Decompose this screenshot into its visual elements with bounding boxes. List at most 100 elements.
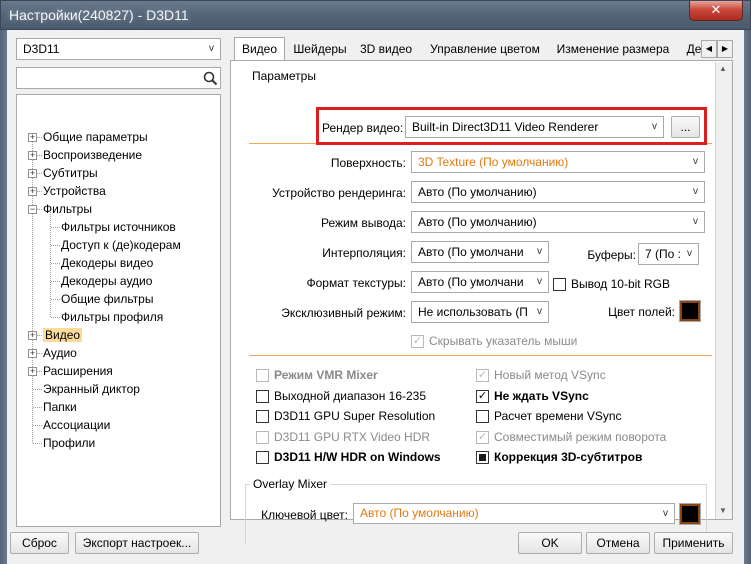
field-color-swatch[interactable] [679, 300, 701, 322]
search-input[interactable] [16, 67, 221, 89]
window-title: Настройки(240827) - D3D11 [9, 7, 189, 23]
key-color-select[interactable]: Авто (По умолчанию) v [353, 503, 675, 524]
collapse-icon[interactable]: − [28, 205, 37, 214]
output-mode-label: Режим вывода: [321, 216, 406, 230]
key-color-swatch[interactable] [679, 503, 701, 525]
checkbox-box[interactable]: ✓ [411, 334, 424, 348]
subtitle-3d-checkbox[interactable]: Коррекция 3D-субтитров [476, 448, 642, 466]
tab-shaders[interactable]: Шейдеры [288, 38, 352, 60]
exclusive-mode-select[interactable]: Не использовать (П v [411, 301, 549, 323]
checkbox-box[interactable] [553, 277, 566, 291]
expand-icon[interactable]: + [28, 169, 37, 178]
ok-button[interactable]: OK [518, 532, 582, 554]
checkbox-box[interactable]: ✓ [476, 430, 489, 444]
range-16-235-checkbox[interactable]: Выходной диапазон 16-235 [256, 387, 426, 405]
tree-item-audio-decoders[interactable]: Декодеры аудио [61, 272, 152, 290]
tree-item-source-filters[interactable]: Фильтры источников [61, 218, 176, 236]
search-icon[interactable] [203, 71, 218, 86]
tree-item-playback[interactable]: Воспроизведение [43, 146, 142, 164]
tree-item-folders[interactable]: Папки [43, 398, 77, 416]
interpolation-select[interactable]: Авто (По умолчани v [411, 241, 549, 263]
tree-item-label: Профили [43, 436, 96, 450]
vsync-timing-checkbox[interactable]: Расчет времени VSync [476, 407, 622, 425]
tab-3d-video[interactable]: 3D видео [358, 38, 414, 60]
expand-icon[interactable]: + [28, 187, 37, 196]
tree-item-devices[interactable]: Устройства [43, 182, 106, 200]
title-bar[interactable]: Настройки(240827) - D3D11 ✕ [0, 0, 751, 30]
export-settings-button[interactable]: Экспорт настроек... [75, 532, 199, 554]
render-device-select[interactable]: Авто (По умолчанию) v [411, 181, 705, 203]
tree-item-common-filters[interactable]: Общие фильтры [61, 290, 153, 308]
tree-item-video-decoders[interactable]: Декодеры видео [61, 254, 153, 272]
checkbox-box[interactable]: ✓ [476, 389, 489, 403]
interpolation-label: Интерполяция: [322, 246, 406, 260]
tab-scroll-right-button[interactable]: ▶ [717, 40, 733, 58]
tree-item-extensions[interactable]: Расширения [43, 362, 113, 380]
expand-icon[interactable]: + [28, 349, 37, 358]
chevron-down-icon: v [537, 246, 542, 257]
tree-item-video[interactable]: Видео [43, 326, 83, 344]
checkbox-box[interactable] [256, 450, 269, 464]
tree-item-general[interactable]: Общие параметры [43, 128, 148, 146]
render-video-options-button[interactable]: ... [671, 116, 700, 138]
tree-item-associations[interactable]: Ассоциации [43, 416, 110, 434]
scroll-down-icon[interactable]: ▼ [719, 506, 727, 515]
scroll-up-icon[interactable]: ▲ [719, 64, 727, 73]
output-10bit-checkbox[interactable]: Вывод 10-bit RGB [553, 275, 670, 293]
cancel-button[interactable]: Отмена [586, 532, 650, 554]
expand-icon[interactable]: + [28, 367, 37, 376]
tree-connector [51, 281, 60, 282]
render-video-label: Рендер видео: [322, 121, 404, 135]
checkbox-box[interactable] [256, 389, 269, 403]
tree-item-decoder-access[interactable]: Доступ к (де)кодерам [61, 236, 181, 254]
super-resolution-checkbox[interactable]: D3D11 GPU Super Resolution [256, 407, 435, 425]
exclusive-mode-value: Не использовать (П [418, 305, 528, 319]
tree-item-label: Ассоциации [43, 418, 111, 432]
key-color-label: Ключевой цвет: [261, 508, 348, 522]
tree-item-narrator[interactable]: Экранный диктор [43, 380, 140, 398]
render-video-select[interactable]: Built-in Direct3D11 Video Renderer v [405, 116, 664, 138]
checkbox-box[interactable] [476, 409, 489, 423]
tree-item-filters[interactable]: Фильтры [43, 200, 92, 218]
chevron-down-icon: v [663, 508, 668, 519]
new-vsync-checkbox[interactable]: ✓ Новый метод VSync [476, 366, 606, 384]
close-icon: ✕ [710, 2, 722, 17]
tree-item-profiles[interactable]: Профили [43, 434, 95, 452]
compat-rotation-checkbox[interactable]: ✓ Совместимый режим поворота [476, 428, 666, 446]
tree-item-subtitles[interactable]: Субтитры [43, 164, 98, 182]
reset-button[interactable]: Сброс [10, 532, 69, 554]
apply-button[interactable]: Применить [654, 532, 733, 554]
tree-item-audio[interactable]: Аудио [43, 344, 77, 362]
tab-video[interactable]: Видео [234, 37, 285, 61]
chevron-down-icon: v [209, 43, 214, 54]
ok-label: OK [541, 536, 559, 550]
checkbox-box[interactable] [256, 430, 269, 444]
checkbox-box[interactable]: ✓ [476, 368, 489, 382]
vmr-mixer-checkbox[interactable]: Режим VMR Mixer [256, 366, 378, 384]
window-frame-left [0, 30, 7, 564]
close-button[interactable]: ✕ [689, 1, 743, 21]
texture-format-select[interactable]: Авто (По умолчани v [411, 271, 549, 293]
expand-icon[interactable]: + [28, 151, 37, 160]
tab-color-management[interactable]: Управление цветом [426, 38, 544, 60]
surface-select[interactable]: 3D Texture (По умолчанию) v [411, 151, 705, 173]
checkbox-box[interactable] [476, 450, 489, 464]
renderer-select[interactable]: D3D11 v [16, 38, 221, 60]
checkbox-box[interactable] [256, 409, 269, 423]
tree-item-profile-filters[interactable]: Фильтры профиля [61, 308, 163, 326]
buffers-select[interactable]: 7 (По : v [638, 243, 699, 265]
panel-scrollbar[interactable]: ▲ ▼ [715, 62, 732, 519]
renderer-select-value: D3D11 [23, 42, 60, 56]
hide-cursor-checkbox[interactable]: ✓ Скрывать указатель мыши [411, 332, 577, 350]
tab-resize[interactable]: Изменение размера [554, 38, 672, 60]
output-mode-select[interactable]: Авто (По умолчанию) v [411, 211, 705, 233]
rtx-video-hdr-checkbox[interactable]: D3D11 GPU RTX Video HDR [256, 428, 430, 446]
expand-icon[interactable]: + [28, 331, 37, 340]
hw-hdr-checkbox[interactable]: D3D11 H/W HDR on Windows [256, 448, 441, 466]
expand-icon[interactable]: + [28, 133, 37, 142]
tab-resize-label: Изменение размера [556, 42, 670, 56]
checkbox-box[interactable] [256, 368, 269, 382]
no-wait-vsync-checkbox[interactable]: ✓ Не ждать VSync [476, 387, 589, 405]
tab-scroll-left-button[interactable]: ◀ [701, 40, 717, 58]
tree-connector [51, 227, 60, 228]
